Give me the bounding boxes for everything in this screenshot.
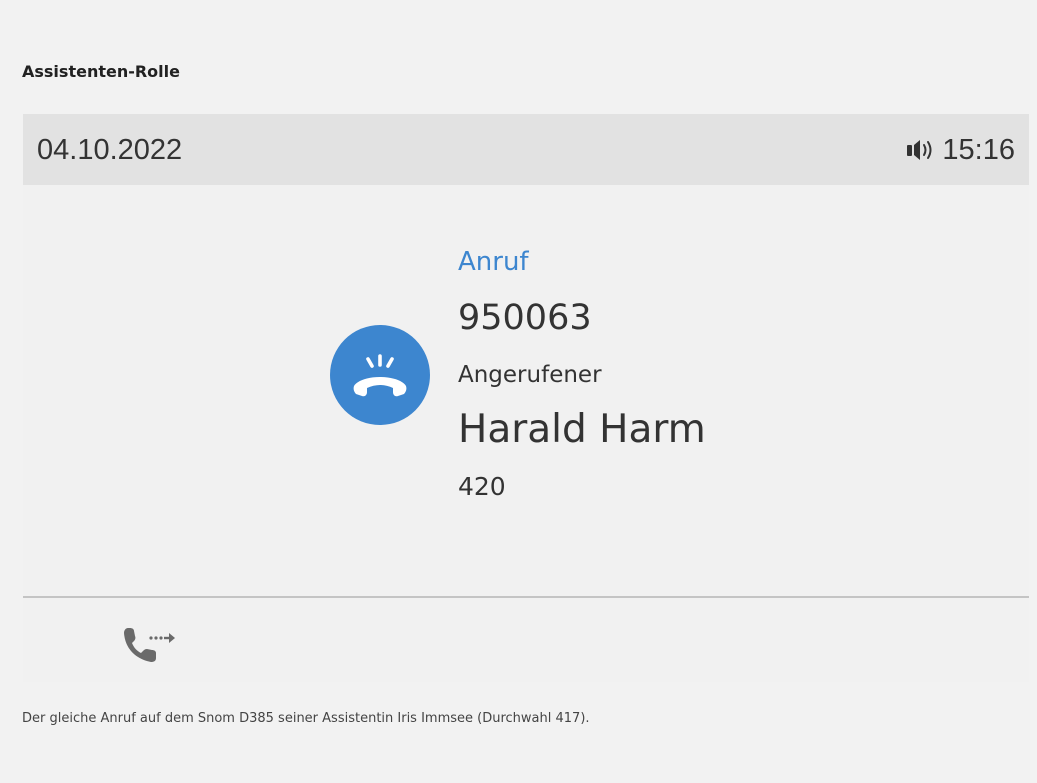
callee-name: Harald Harm xyxy=(458,407,706,452)
caption: Der gleiche Anruf auf dem Snom D385 sein… xyxy=(22,711,590,726)
speaker-icon xyxy=(907,140,932,160)
status-date: 04.10.2022 xyxy=(37,134,183,166)
incoming-call-icon xyxy=(330,325,430,425)
softkey-bar xyxy=(23,598,1029,682)
status-right: 15:16 xyxy=(906,133,1015,167)
callee-label: Angerufener xyxy=(458,362,602,388)
callee-extension: 420 xyxy=(458,472,506,501)
call-transfer-button[interactable] xyxy=(121,624,185,666)
section-title: Assistenten-Rolle xyxy=(22,62,180,81)
phone-screen: 04.10.2022 15:16 Anruf 950063 Angerufene… xyxy=(23,114,1029,682)
page: { "section_title": "Assistenten-Rolle", … xyxy=(0,0,1037,783)
caller-number: 950063 xyxy=(458,298,592,338)
status-bar: 04.10.2022 15:16 xyxy=(23,114,1029,185)
status-time: 15:16 xyxy=(942,134,1015,166)
call-transfer-icon xyxy=(124,628,175,662)
call-type-label: Anruf xyxy=(458,247,529,277)
